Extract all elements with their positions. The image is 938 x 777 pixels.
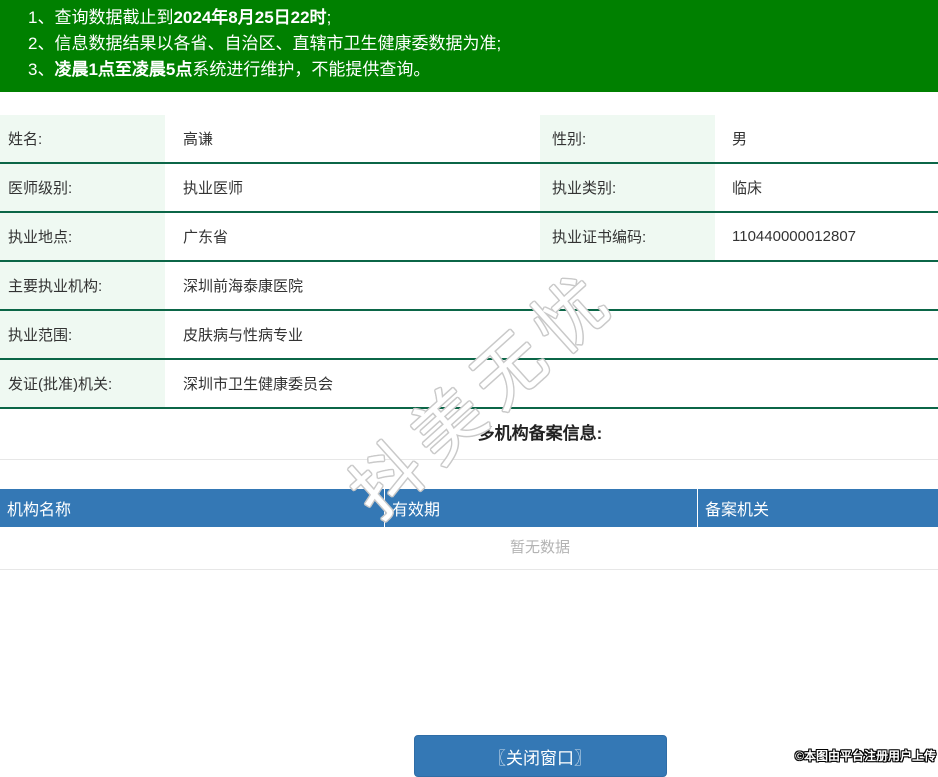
info-row: 姓名: 高谦 性别: 男 — [0, 115, 938, 164]
org-table-header: 机构名称 有效期 备案机关 — [0, 489, 938, 527]
page: 1、查询数据截止到2024年8月25日22时; 2、信息数据结果以各省、自治区、… — [0, 0, 938, 777]
notice-line-2: 2、信息数据结果以各省、自治区、直辖市卫生健康委数据为准; — [28, 31, 938, 57]
primary-institution-value: 深圳前海泰康医院 — [183, 278, 304, 295]
name-value: 高谦 — [183, 131, 214, 148]
doctor-info-table: 姓名: 高谦 性别: 男 医师级别: 执业医师 执业类别: 临床 执业地点: 广… — [0, 115, 938, 409]
issuing-authority-label: 发证(批准)机关: — [0, 360, 165, 407]
notice-text-bold: 2024年8月25日22时 — [173, 8, 327, 27]
org-table: 机构名称 有效期 备案机关 暂无数据 — [0, 489, 938, 570]
notice-text-bold: 凌晨1点至凌晨5点 — [54, 60, 193, 79]
notice-line-1: 1、查询数据截止到2024年8月25日22时; — [28, 5, 938, 31]
primary-institution-label: 主要执业机构: — [0, 262, 165, 309]
multi-org-title: 多机构备案信息: — [0, 409, 938, 460]
notice-text: 信息数据结果以各省、自治区、直辖市卫生健康委数据为准; — [54, 34, 502, 53]
empty-data-text: 暂无数据 — [0, 527, 938, 570]
practice-scope-value: 皮肤病与性病专业 — [183, 327, 304, 344]
gender-label: 性别: — [540, 115, 715, 162]
gender-value: 男 — [732, 131, 748, 148]
notice-line-number: 2、 — [28, 34, 55, 53]
notice-text: ; — [326, 8, 332, 27]
physician-level-label: 医师级别: — [0, 164, 165, 211]
notice-line-number: 3、 — [28, 60, 55, 79]
practice-category-value: 临床 — [732, 180, 763, 197]
certificate-number-label: 执业证书编码: — [540, 213, 715, 260]
close-window-button[interactable]: 〖关闭窗口〗 — [413, 735, 667, 777]
notice-line-number: 1、 — [28, 8, 55, 27]
practice-scope-label: 执业范围: — [0, 311, 165, 358]
notice-banner: 1、查询数据截止到2024年8月25日22时; 2、信息数据结果以各省、自治区、… — [0, 0, 938, 92]
practice-category-label: 执业类别: — [540, 164, 715, 211]
info-row: 医师级别: 执业医师 执业类别: 临床 — [0, 164, 938, 213]
practice-location-value: 广东省 — [183, 229, 229, 246]
notice-text: 系统进行维护，不能提供查询。 — [192, 60, 431, 79]
info-row: 主要执业机构: 深圳前海泰康医院 — [0, 262, 938, 311]
info-row: 执业地点: 广东省 执业证书编码: 110440000012807 — [0, 213, 938, 262]
name-label: 姓名: — [0, 115, 165, 162]
info-row: 发证(批准)机关: 深圳市卫生健康委员会 — [0, 360, 938, 409]
org-col-validity: 有效期 — [385, 489, 698, 527]
org-col-institution: 机构名称 — [0, 489, 385, 527]
practice-location-label: 执业地点: — [0, 213, 165, 260]
photo-credit: ©本图由平台注册用户上传 — [795, 749, 936, 763]
physician-level-value: 执业医师 — [183, 180, 244, 197]
notice-text: 查询数据截止到 — [54, 8, 174, 27]
org-col-authority: 备案机关 — [705, 502, 770, 519]
notice-line-3: 3、凌晨1点至凌晨5点系统进行维护，不能提供查询。 — [28, 57, 938, 83]
certificate-number-value: 110440000012807 — [732, 228, 857, 245]
issuing-authority-value: 深圳市卫生健康委员会 — [183, 376, 334, 393]
info-row: 执业范围: 皮肤病与性病专业 — [0, 311, 938, 360]
